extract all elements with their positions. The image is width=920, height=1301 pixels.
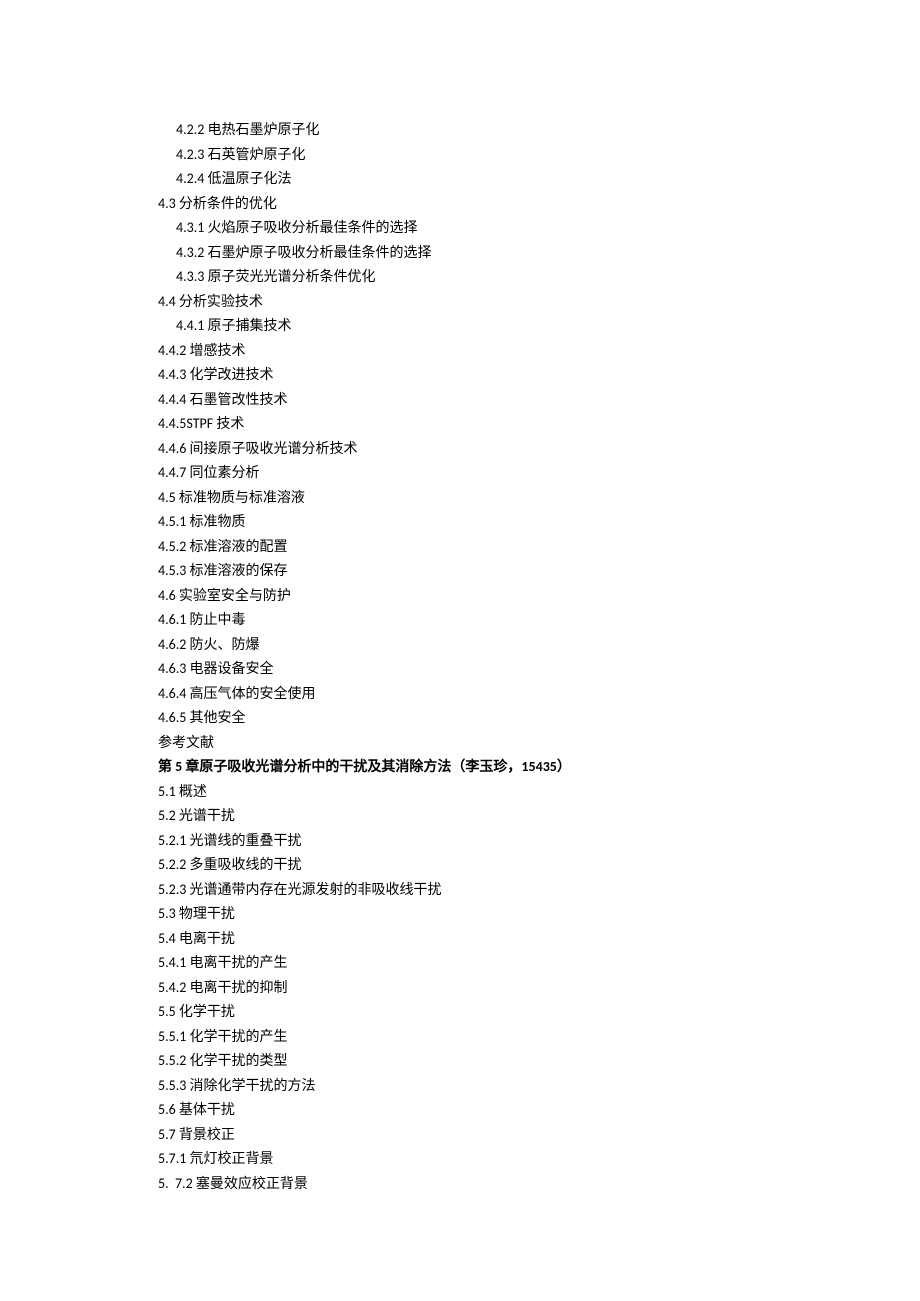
- toc-entry: 4.6.5 其他安全: [158, 706, 762, 731]
- toc-entry: 5.2 光谱干扰: [158, 804, 762, 829]
- toc-entry: 4.4.5STPF 技术: [158, 412, 762, 437]
- toc-entry: 5.5.3 消除化学干扰的方法: [158, 1074, 762, 1099]
- toc-entry: 4.3 分析条件的优化: [158, 192, 762, 217]
- document-page: 4.2.2 电热石墨炉原子化4.2.3 石英管炉原子化4.2.4 低温原子化法4…: [0, 0, 920, 1301]
- toc-entry: 4.6.1 防止中毒: [158, 608, 762, 633]
- toc-entry: 4.5 标准物质与标准溶液: [158, 486, 762, 511]
- toc-entry: 参考文献: [158, 731, 762, 756]
- toc-entry: 5.6 基体干扰: [158, 1098, 762, 1123]
- toc-entry: 4.6 实验室安全与防护: [158, 584, 762, 609]
- toc-entry: 4.3.3 原子荧光光谱分析条件优化: [158, 265, 762, 290]
- toc-entry: 5.3 物理干扰: [158, 902, 762, 927]
- toc-entry: 4.4 分析实验技术: [158, 290, 762, 315]
- chapter-heading: 第 5 章原子吸收光谱分析中的干扰及其消除方法（李玉珍，15435）: [158, 755, 762, 780]
- toc-entry: 4.5.2 标准溶液的配置: [158, 535, 762, 560]
- toc-entry: 4.2.3 石英管炉原子化: [158, 143, 762, 168]
- toc-entry: 4.6.4 高压气体的安全使用: [158, 682, 762, 707]
- toc-entry: 5.7 背景校正: [158, 1123, 762, 1148]
- toc-entry: 4.4.2 增感技术: [158, 339, 762, 364]
- toc-entry: 5.2.3 光谱通带内存在光源发射的非吸收线干扰: [158, 878, 762, 903]
- toc-entry: 4.2.4 低温原子化法: [158, 167, 762, 192]
- toc-entry: 5.4 电离干扰: [158, 927, 762, 952]
- toc-entry: 4.4.3 化学改进技术: [158, 363, 762, 388]
- toc-entry: 5.2.1 光谱线的重叠干扰: [158, 829, 762, 854]
- toc-entry: 5.5.1 化学干扰的产生: [158, 1025, 762, 1050]
- toc-entry: 5.1 概述: [158, 780, 762, 805]
- toc-entry: 4.4.6 间接原子吸收光谱分析技术: [158, 437, 762, 462]
- toc-entry: 4.3.1 火焰原子吸收分析最佳条件的选择: [158, 216, 762, 241]
- toc-entry: 4.6.3 电器设备安全: [158, 657, 762, 682]
- toc-entry: 5. 7.2 塞曼效应校正背景: [158, 1172, 762, 1197]
- toc-entry: 4.5.1 标准物质: [158, 510, 762, 535]
- toc-entry: 5.2.2 多重吸收线的干扰: [158, 853, 762, 878]
- toc-entry: 5.4.1 电离干扰的产生: [158, 951, 762, 976]
- toc-entry: 5.5.2 化学干扰的类型: [158, 1049, 762, 1074]
- toc-entry: 4.6.2 防火、防爆: [158, 633, 762, 658]
- toc-entry: 5.7.1 氘灯校正背景: [158, 1147, 762, 1172]
- toc-entry: 4.4.1 原子捕集技术: [158, 314, 762, 339]
- toc-entry: 5.5 化学干扰: [158, 1000, 762, 1025]
- toc-entry: 4.2.2 电热石墨炉原子化: [158, 118, 762, 143]
- toc-entry: 4.3.2 石墨炉原子吸收分析最佳条件的选择: [158, 241, 762, 266]
- toc-entry: 4.4.7 同位素分析: [158, 461, 762, 486]
- toc-entry: 5.4.2 电离干扰的抑制: [158, 976, 762, 1001]
- toc-entry: 4.5.3 标准溶液的保存: [158, 559, 762, 584]
- toc-entry: 4.4.4 石墨管改性技术: [158, 388, 762, 413]
